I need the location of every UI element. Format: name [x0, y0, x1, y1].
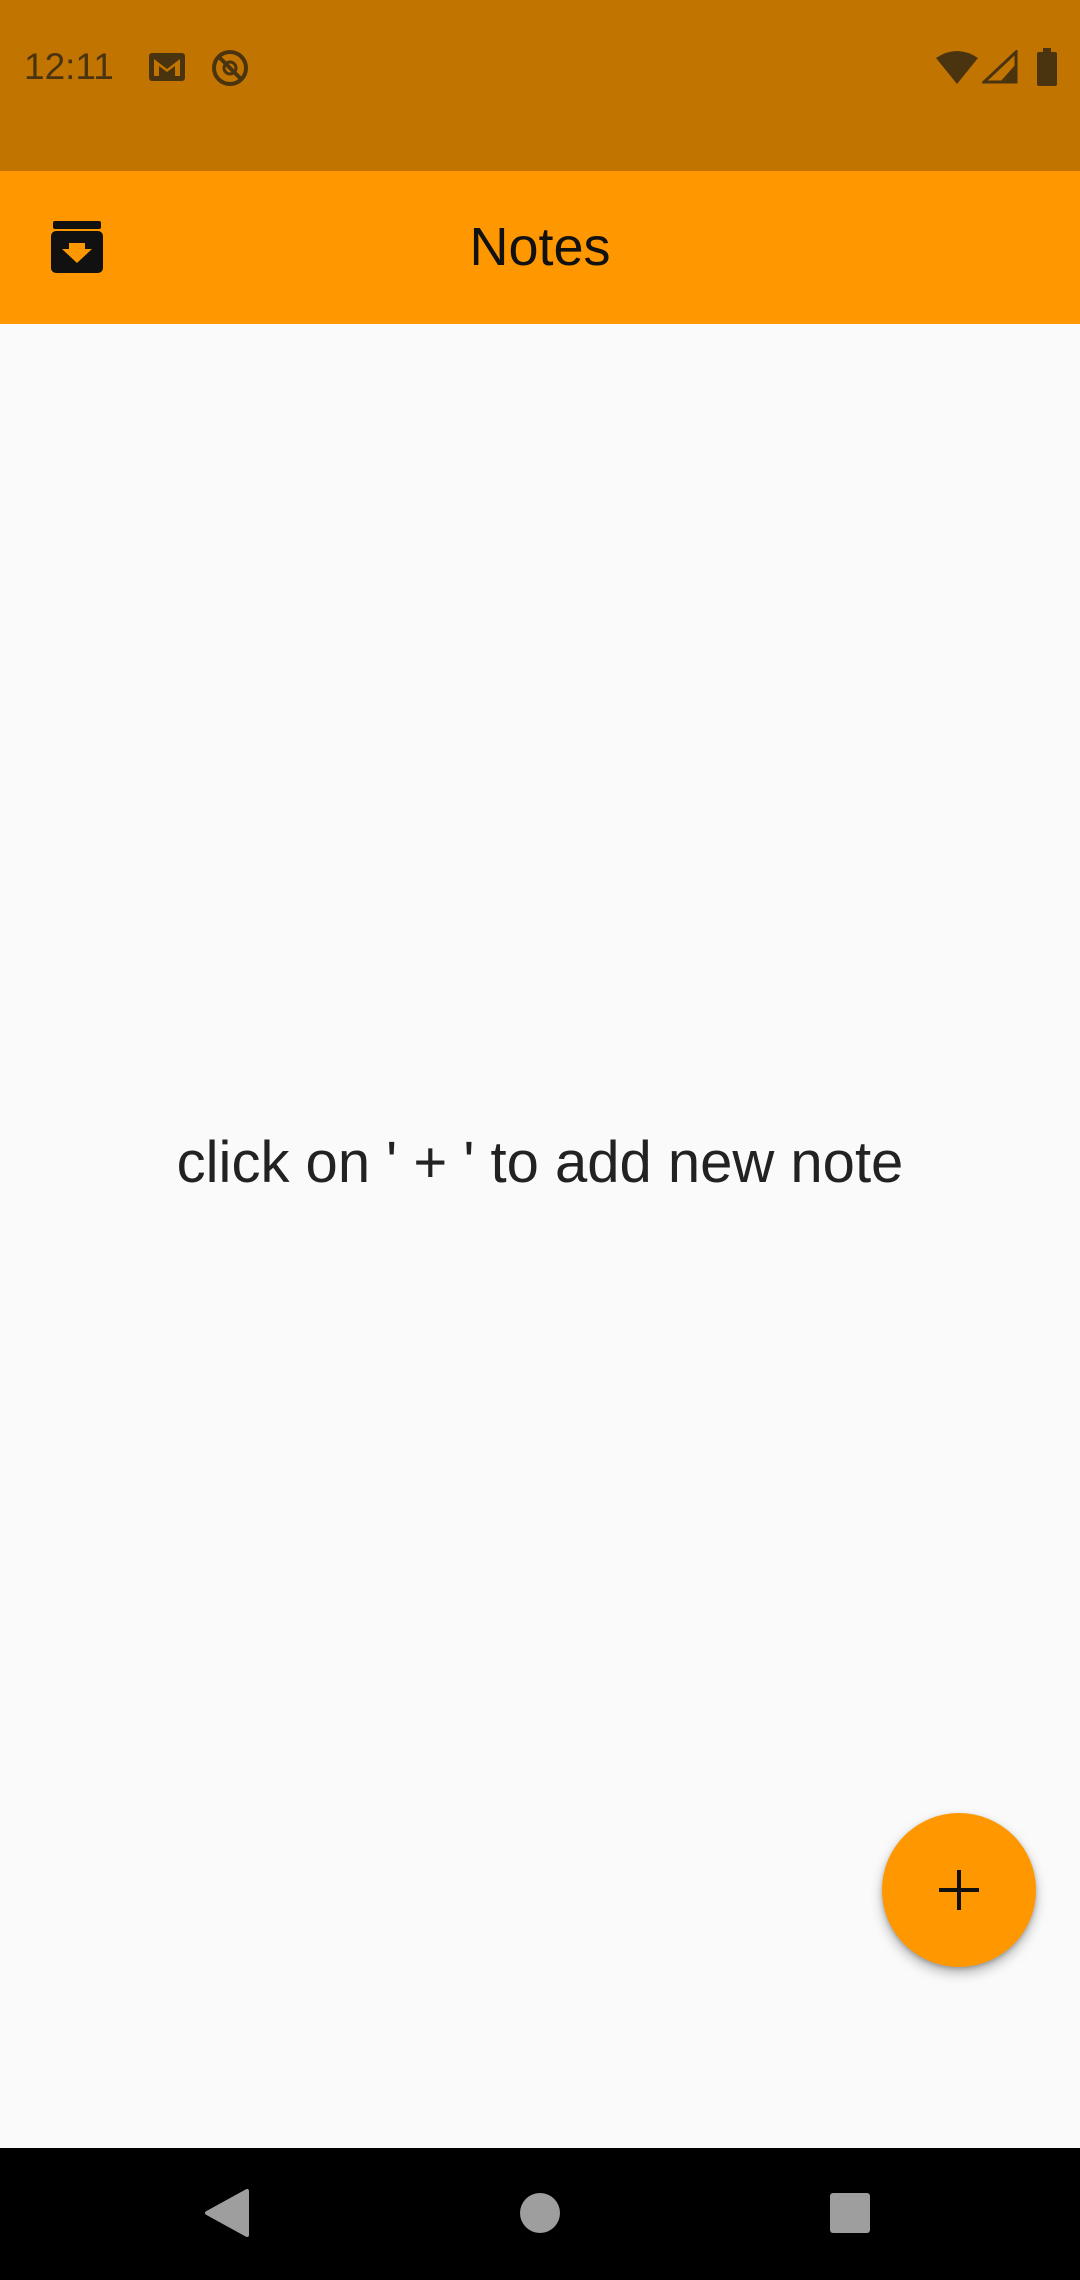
at-sign-icon	[210, 48, 250, 93]
gmail-icon	[148, 52, 186, 87]
add-note-button[interactable]	[882, 1813, 1036, 1967]
recents-icon[interactable]	[829, 2192, 871, 2239]
wifi-icon	[936, 50, 978, 89]
back-icon[interactable]	[203, 2188, 249, 2243]
plus-icon	[939, 1870, 979, 1910]
app-bar: Notes	[0, 171, 1080, 324]
signal-icon	[980, 48, 1018, 89]
status-time: 12:11	[24, 46, 114, 87]
home-icon[interactable]	[519, 2192, 561, 2239]
page-title: Notes	[469, 217, 611, 277]
status-bar: 12:11	[0, 0, 1080, 171]
system-nav-bar	[0, 2148, 1080, 2280]
empty-state-message: click on ' + ' to add new note	[176, 1130, 904, 1195]
battery-icon	[1036, 48, 1058, 91]
